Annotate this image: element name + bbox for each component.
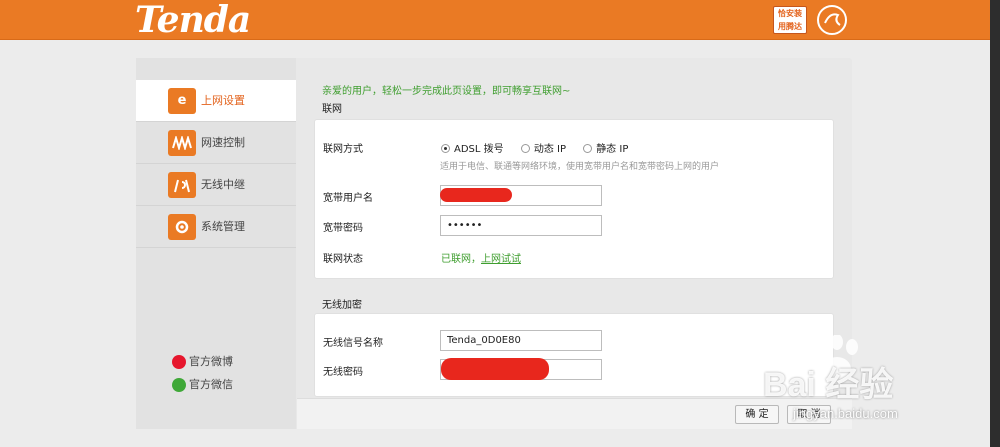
weibo-icon bbox=[172, 355, 186, 369]
username-label: 宽带用户名 bbox=[323, 193, 373, 204]
radio-button[interactable] bbox=[583, 144, 593, 153]
tenda-logo[interactable]: Tenda bbox=[135, 0, 251, 40]
sidebar-item-label: 网速控制 bbox=[201, 136, 245, 149]
radio-button[interactable] bbox=[520, 144, 530, 153]
connection-mode-hint: 适用于电信、联通等网络环境，使用宽带用户名和宽带密码上网的用户 bbox=[440, 162, 720, 172]
internet-icon: e bbox=[168, 88, 196, 114]
wechat-label: 官方微信 bbox=[189, 378, 233, 391]
radio-label: ADSL 拨号 bbox=[454, 144, 504, 155]
redaction-mark bbox=[440, 188, 512, 202]
redaction-mark bbox=[441, 358, 549, 380]
sidebar-item-internet[interactable]: e 上网设置 bbox=[136, 80, 296, 122]
sidebar-item-system[interactable]: 系统管理 bbox=[136, 206, 296, 248]
password-field[interactable] bbox=[440, 215, 602, 236]
weibo-label: 官方微博 bbox=[189, 355, 233, 368]
screen-edge bbox=[990, 0, 1000, 447]
top-header: Tenda 恰安装 用腾达 bbox=[0, 0, 1000, 40]
radio-label: 静态 IP bbox=[596, 144, 629, 155]
intro-text: 亲爱的用户，轻松一步完成此页设置，即可畅享互联网~ bbox=[322, 86, 571, 97]
password-label: 宽带密码 bbox=[323, 223, 363, 234]
radio-static-ip[interactable]: 静态 IP bbox=[583, 144, 628, 155]
system-settings-icon bbox=[168, 214, 196, 240]
sidebar-item-wireless-relay[interactable]: 无线中继 bbox=[136, 164, 296, 206]
badge-line-2: 用腾达 bbox=[778, 22, 802, 31]
wireless-section-title: 无线加密 bbox=[322, 300, 362, 311]
radio-dynamic-ip[interactable]: 动态 IP bbox=[520, 144, 566, 155]
sidebar-item-label: 系统管理 bbox=[201, 220, 245, 233]
weibo-link[interactable]: 官方微博 bbox=[172, 354, 233, 370]
sidebar-item-label: 无线中继 bbox=[201, 178, 245, 191]
badge-line-1: 恰安装 bbox=[778, 9, 802, 18]
network-section-title: 联网 bbox=[322, 104, 342, 115]
watermark-url: jingyan.baidu.com bbox=[793, 406, 898, 421]
radio-button[interactable] bbox=[441, 144, 450, 153]
ssid-field[interactable] bbox=[440, 330, 602, 351]
connection-status: 已联网，上网试试 bbox=[441, 250, 521, 265]
radio-adsl[interactable]: ADSL 拨号 bbox=[441, 144, 504, 155]
wireless-relay-icon bbox=[168, 172, 196, 198]
wifi-password-label: 无线密码 bbox=[323, 367, 363, 378]
watermark-logo: Bai 经验 bbox=[763, 366, 894, 404]
connection-mode-label: 联网方式 bbox=[323, 144, 363, 155]
speed-control-icon bbox=[168, 130, 196, 156]
radio-label: 动态 IP bbox=[533, 144, 566, 155]
wechat-link[interactable]: 官方微信 bbox=[172, 377, 233, 393]
brand-emblem-icon bbox=[817, 5, 847, 35]
sidebar: e 上网设置 网速控制 无线中继 系统管理 官方微博 官方微信 bbox=[136, 58, 296, 429]
wechat-icon bbox=[172, 378, 186, 392]
sidebar-item-label: 上网设置 bbox=[201, 94, 245, 107]
baidu-watermark: Bai 经验 jingyan.baidu.com bbox=[745, 335, 965, 430]
connection-mode-group: ADSL 拨号 动态 IP 静态 IP bbox=[441, 140, 642, 155]
try-internet-link[interactable]: 上网试试 bbox=[481, 254, 521, 265]
ssid-label: 无线信号名称 bbox=[323, 338, 383, 349]
install-badge: 恰安装 用腾达 bbox=[773, 6, 807, 34]
network-card: 联网方式 ADSL 拨号 动态 IP 静态 IP 适用于电信、联通等网络环境，使… bbox=[314, 119, 834, 279]
status-text: 已联网， bbox=[441, 254, 481, 265]
status-label: 联网状态 bbox=[323, 254, 363, 265]
sidebar-item-speed-control[interactable]: 网速控制 bbox=[136, 122, 296, 164]
